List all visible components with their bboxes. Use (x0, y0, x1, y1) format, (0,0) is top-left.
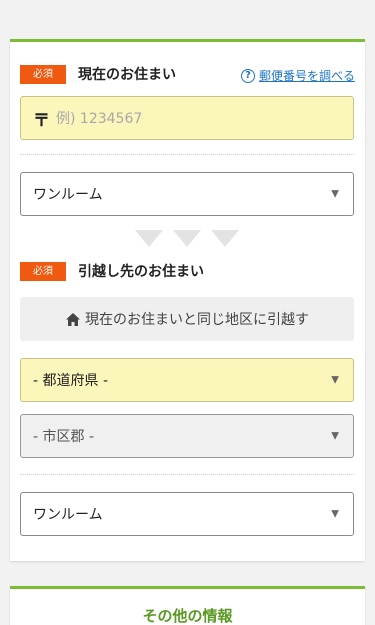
down-arrows-indicator (135, 230, 239, 247)
prefecture-value: - 都道府県 - (33, 373, 109, 389)
city-select[interactable]: - 市区郡 - ▼ (20, 414, 354, 458)
question-circle-icon: ? (240, 68, 255, 83)
moving-address-title: 引越し先のお住まい (78, 264, 204, 280)
chevron-down-icon: ▼ (331, 430, 339, 442)
same-area-button[interactable]: 現在のお住まいと同じ地区に引越す (20, 297, 354, 341)
current-room-type-select[interactable]: ワンルーム ▼ (20, 172, 354, 216)
other-info-title: その他の情報 (142, 607, 233, 625)
home-icon (66, 312, 80, 326)
zip-lookup-link[interactable]: ? 郵便番号を調べる (240, 67, 355, 84)
moving-address-header: 必須 引越し先のお住まい (20, 261, 204, 281)
other-info-card: その他の情報 (10, 586, 365, 625)
prefecture-select[interactable]: - 都道府県 - ▼ (20, 358, 354, 402)
current-address-header: 必須 現在のお住まい (20, 64, 176, 84)
chevron-down-icon: ▼ (331, 508, 339, 520)
required-badge: 必須 (20, 261, 66, 281)
chevron-down-icon: ▼ (331, 188, 339, 200)
chevron-down-icon: ▼ (331, 374, 339, 386)
triangle-down-icon (173, 230, 201, 247)
triangle-down-icon (211, 230, 239, 247)
postal-code-input[interactable]: 〒 例) 1234567 (20, 96, 354, 140)
moving-form-card: 必須 現在のお住まい ? 郵便番号を調べる 〒 例) 1234567 ワンルーム… (10, 39, 365, 561)
triangle-down-icon (135, 230, 163, 247)
zip-lookup-label: 郵便番号を調べる (258, 69, 355, 83)
city-value: - 市区郡 - (33, 429, 95, 445)
moving-room-type-select[interactable]: ワンルーム ▼ (20, 492, 354, 536)
divider (20, 474, 354, 475)
current-address-title: 現在のお住まい (78, 67, 176, 83)
postal-placeholder: 例) 1234567 (56, 111, 143, 127)
current-room-type-value: ワンルーム (33, 187, 103, 203)
same-area-label: 現在のお住まいと同じ地区に引越す (85, 312, 309, 328)
divider (20, 154, 354, 155)
required-badge: 必須 (20, 64, 66, 84)
postal-mark-icon: 〒 (33, 110, 50, 131)
moving-room-type-value: ワンルーム (33, 507, 103, 523)
